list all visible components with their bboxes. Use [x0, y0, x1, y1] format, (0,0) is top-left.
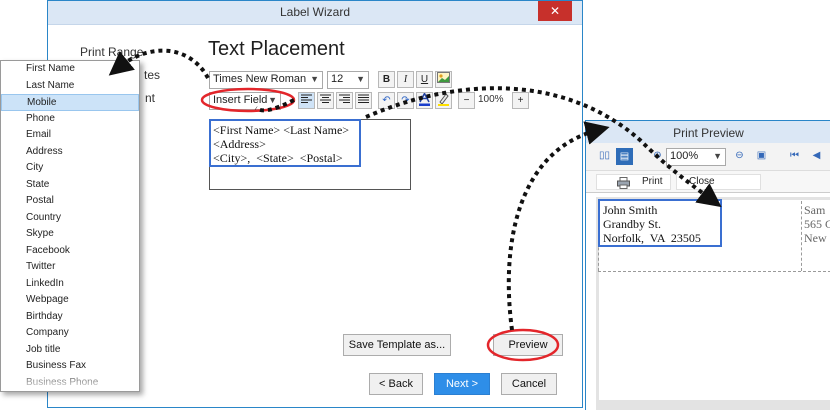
screenshot-stage: Label Wizard ✕ Print Range tes nt Text P… — [0, 0, 830, 410]
arrow-field-list — [108, 48, 210, 80]
arrow-preview-button — [506, 121, 610, 331]
preview-button-circle — [486, 328, 560, 362]
insert-field-circle — [200, 87, 296, 113]
arrow-text-to-preview — [365, 86, 722, 208]
annotation-overlay — [108, 48, 722, 362]
